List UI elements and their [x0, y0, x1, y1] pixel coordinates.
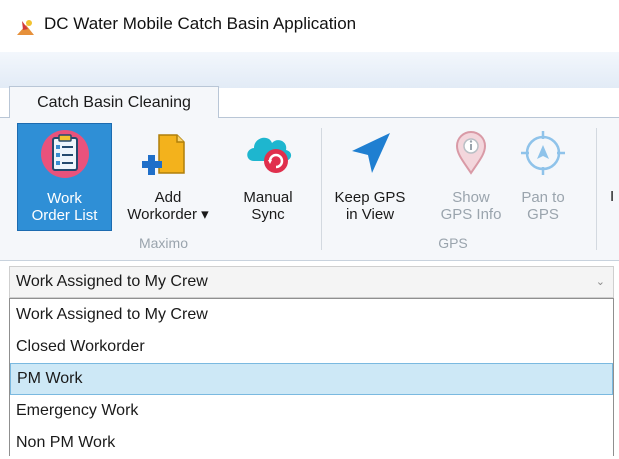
- dropdown-selected-value: Work Assigned to My Crew: [16, 273, 208, 290]
- work-filter-dropdown[interactable]: Work Assigned to My Crew ⌄: [9, 266, 614, 298]
- manual-sync-button[interactable]: Manual Sync: [226, 123, 310, 231]
- show-gps-info-button[interactable]: Show GPS Info: [432, 123, 510, 231]
- button-label-line1: Manual: [243, 189, 293, 206]
- button-label-line2: Order List: [31, 207, 98, 224]
- button-label-line1: Show: [452, 189, 490, 206]
- navigation-arrow-icon: [352, 133, 390, 173]
- button-label-line2: GPS: [527, 206, 559, 223]
- chevron-down-icon[interactable]: ⌄: [596, 267, 605, 297]
- group-label-maximo: Maximo: [138, 235, 188, 251]
- option-pm-work[interactable]: PM Work: [10, 363, 613, 395]
- window-title: DC Water Mobile Catch Basin Application: [44, 14, 357, 33]
- ribbon-overflow-glyph: I: [610, 188, 615, 205]
- button-label-line2: GPS Info: [440, 206, 502, 223]
- app-logo-icon: [17, 20, 34, 35]
- group-label-gps: GPS: [438, 235, 468, 251]
- add-document-icon: [142, 134, 185, 175]
- dropdown-options-list: Work Assigned to My Crew Closed Workorde…: [9, 298, 614, 456]
- cloud-sync-icon: [247, 137, 292, 173]
- option-non-pm-work[interactable]: Non PM Work: [10, 427, 613, 459]
- clipboard-list-icon: [40, 130, 89, 178]
- option-closed-workorder[interactable]: Closed Workorder: [10, 331, 613, 363]
- crosshair-locate-icon: [521, 131, 565, 175]
- map-pin-info-icon: [455, 131, 487, 175]
- button-label-line1: Pan to: [521, 189, 565, 206]
- button-label-line2: in View: [345, 206, 395, 223]
- button-label-line1: Keep GPS: [334, 189, 406, 206]
- button-label-line2: Workorder ▾: [127, 206, 209, 223]
- group-separator: [321, 128, 322, 250]
- option-work-assigned-to-my-crew[interactable]: Work Assigned to My Crew: [10, 299, 613, 331]
- group-separator: [596, 128, 597, 250]
- keep-gps-in-view-button[interactable]: Keep GPS in View: [330, 123, 410, 231]
- ribbon-header-strip: [0, 52, 619, 88]
- button-label-line1: Work: [47, 190, 82, 207]
- option-emergency-work[interactable]: Emergency Work: [10, 395, 613, 427]
- button-label-line2: Sync: [251, 206, 285, 223]
- add-workorder-button[interactable]: Add Workorder ▾: [118, 123, 218, 231]
- title-bar: DC Water Mobile Catch Basin Application: [0, 0, 619, 52]
- button-label-line1: Add: [154, 189, 182, 206]
- work-order-list-button[interactable]: Work Order List: [17, 123, 112, 231]
- ribbon-panel: Work Order List Add Workorder ▾ Manual S…: [0, 117, 619, 261]
- tab-catch-basin-cleaning[interactable]: Catch Basin Cleaning: [9, 86, 219, 118]
- pan-to-gps-button[interactable]: Pan to GPS: [510, 123, 576, 231]
